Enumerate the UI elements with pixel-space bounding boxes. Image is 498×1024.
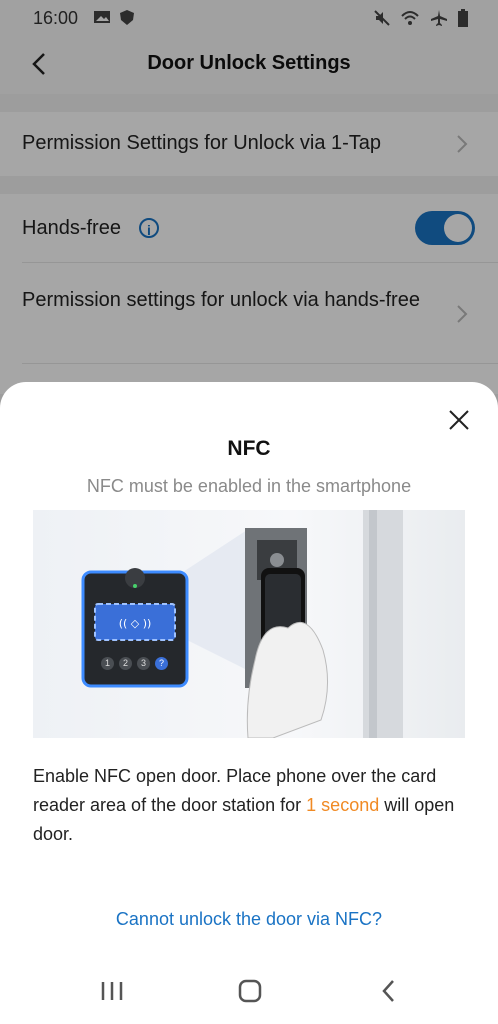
keypad-key: 1 [101, 657, 114, 670]
description-highlight: 1 second [306, 795, 380, 815]
close-icon[interactable] [447, 408, 471, 432]
keypad-key: 3 [137, 657, 150, 670]
sheet-subtitle: NFC must be enabled in the smartphone [86, 476, 412, 496]
keypad-key: 2 [119, 657, 132, 670]
nfc-illustration: (( ◇ )) [33, 510, 465, 738]
sheet-title: NFC [227, 437, 271, 460]
home-icon[interactable] [235, 976, 265, 1006]
recent-apps-icon[interactable] [97, 976, 127, 1006]
system-nav-bar [0, 954, 498, 1024]
nfc-description: Enable NFC open door. Place phone over t… [33, 762, 473, 849]
keypad: 1 2 3 ? [101, 657, 168, 670]
nfc-bottom-sheet: NFC NFC must be enabled in the smartphon… [0, 382, 498, 1024]
keypad-key: ? [155, 657, 168, 670]
cannot-unlock-link[interactable]: Cannot unlock the door via NFC? [0, 909, 498, 930]
svg-text:(( ◇ )): (( ◇ )) [119, 617, 152, 630]
nfc-illustration-graphic: (( ◇ )) [81, 510, 403, 738]
back-icon[interactable] [375, 976, 405, 1006]
